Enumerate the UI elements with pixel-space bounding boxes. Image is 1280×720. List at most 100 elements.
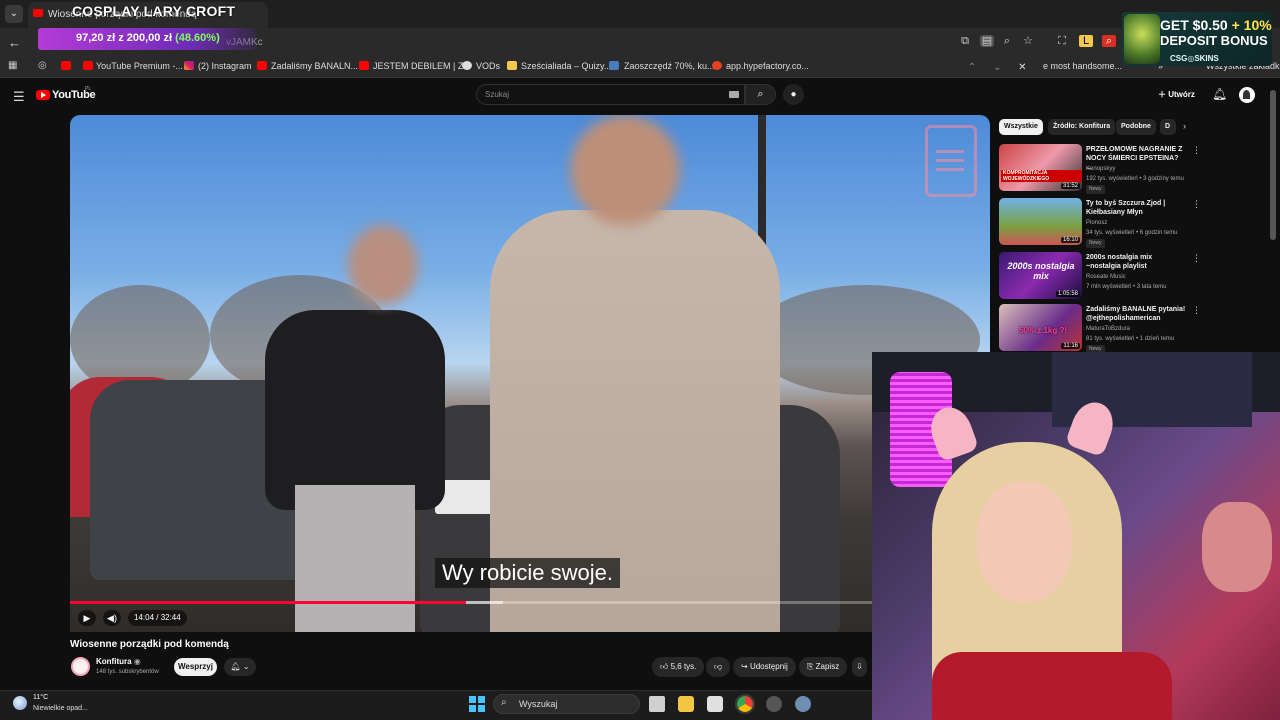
- apps-grid-icon[interactable]: ▦: [8, 60, 17, 71]
- streamer-face: [977, 482, 1072, 602]
- channel-name[interactable]: Konfitura ◉: [96, 657, 141, 666]
- download-icon: ⇩: [856, 662, 863, 671]
- ad-brand: CSG◎SKINS: [1170, 54, 1219, 63]
- bookmark-handsome[interactable]: e most handsome...: [1043, 61, 1122, 71]
- store-icon[interactable]: [707, 696, 723, 712]
- install-app-icon[interactable]: ⧉: [958, 35, 972, 47]
- rec-meta: 7 mln wyświetleń • 3 lata temu: [1086, 284, 1167, 290]
- play-button[interactable]: ▶: [78, 610, 96, 626]
- ad-bonus: + 10%: [1231, 17, 1272, 33]
- save-button[interactable]: ⎘ Zapisz: [799, 657, 848, 677]
- voice-search-button[interactable]: ●: [783, 84, 804, 105]
- bookmark-star-icon[interactable]: ☆: [1021, 35, 1035, 47]
- extension-icon[interactable]: ⛶: [1055, 35, 1069, 47]
- channel-avatar[interactable]: [71, 657, 90, 676]
- bookmark-instagram[interactable]: (2) Instagram: [198, 61, 252, 71]
- thumb-down-icon: 👎︎: [714, 662, 723, 671]
- taskbar-search-input[interactable]: [493, 694, 640, 714]
- weather-icon[interactable]: [13, 696, 27, 710]
- chip-all[interactable]: Wszystkie: [999, 119, 1043, 135]
- save-label: Zapisz: [815, 662, 840, 671]
- hamburger-menu-icon[interactable]: ☰: [13, 89, 25, 105]
- bookmark-sescialiada[interactable]: Sześcialiada – Quizy...: [521, 61, 611, 71]
- chrome-taskbar-icon[interactable]: [735, 694, 755, 714]
- rec-title[interactable]: Zadaliśmy BANALNE pytania! @ejthepolisha…: [1086, 305, 1186, 323]
- share-button[interactable]: ↪ Udostępnij: [733, 657, 796, 677]
- thumb-caption: 50% z 1kg ?!: [1019, 326, 1068, 335]
- rec-channel[interactable]: Pionosz: [1086, 220, 1107, 226]
- rec-channel[interactable]: MaturaToBzdura: [1086, 326, 1130, 332]
- rec-more-icon[interactable]: ⋮: [1192, 305, 1201, 316]
- extension-l-icon[interactable]: L: [1079, 35, 1093, 47]
- taskbar-search-label: Wyszukaj: [519, 699, 558, 709]
- bookmark-jestem-debilem[interactable]: JESTEM DEBILEM | Z...: [373, 61, 471, 71]
- back-arrow-icon[interactable]: ←: [8, 35, 21, 50]
- donation-sep: z: [118, 32, 124, 44]
- find-next-icon[interactable]: ⌄: [993, 62, 1001, 73]
- windows-start-icon[interactable]: [469, 696, 485, 712]
- weather-description[interactable]: Niewielkie opad...: [33, 705, 88, 712]
- rec-thumbnail[interactable]: KOMPROMITACJA WOJEWÓDZKIEGO 31:52: [999, 144, 1082, 191]
- chip-source[interactable]: Źródło: Konfitura: [1048, 119, 1116, 135]
- volume-button[interactable]: ◀): [103, 610, 121, 626]
- donation-goal: 200,00 zł: [126, 32, 173, 44]
- vods-icon: [462, 61, 472, 70]
- zoom-icon[interactable]: ⌕: [1000, 35, 1014, 47]
- dislike-button[interactable]: 👎︎: [706, 657, 731, 677]
- extension-red-icon[interactable]: ⌕: [1102, 35, 1116, 47]
- rec-thumbnail[interactable]: 2000s nostalgia mix 1:05:58: [999, 252, 1082, 299]
- subscriber-count: 148 tys. subskrybentów: [96, 669, 159, 675]
- rec-title[interactable]: Ty to byś Szczura Zjod | Kiełbasiany Mły…: [1086, 199, 1186, 217]
- bookmark-vods[interactable]: VODs: [476, 61, 500, 71]
- rec-channel[interactable]: Konopskyy: [1086, 166, 1115, 172]
- search-button[interactable]: ⌕: [745, 84, 776, 105]
- download-button[interactable]: ⇩: [852, 657, 867, 677]
- create-button[interactable]: ＋ Utwórz: [1158, 89, 1195, 100]
- account-avatar[interactable]: [1239, 87, 1255, 103]
- bookmark-youtube-premium[interactable]: YouTube Premium -...: [96, 61, 183, 71]
- tab-search-chevron-icon[interactable]: ⌄: [5, 5, 23, 23]
- bookmark-zaoszczedz[interactable]: Zaoszczędź 70%, ku...: [624, 61, 715, 71]
- chips-next-chevron-icon[interactable]: ›: [1183, 121, 1186, 131]
- subscription-bell-button[interactable]: 🔔︎ ⌄: [224, 658, 256, 676]
- bookmark-hypefactory[interactable]: app.hypefactory.co...: [726, 61, 809, 71]
- like-button[interactable]: 👍︎ 5,6 tys.: [652, 657, 705, 677]
- search-placeholder: Szukaj: [485, 90, 510, 99]
- rec-more-icon[interactable]: ⋮: [1192, 199, 1201, 210]
- task-view-icon[interactable]: [649, 696, 665, 712]
- keyboard-icon[interactable]: [729, 91, 739, 98]
- file-explorer-icon[interactable]: [678, 696, 694, 712]
- page-scrollbar[interactable]: [1270, 90, 1276, 240]
- chip-more[interactable]: D: [1160, 119, 1176, 135]
- weather-temperature[interactable]: 11°C: [33, 694, 48, 701]
- bookmark-zadalismy[interactable]: Zadaliśmy BANALN...: [271, 61, 358, 71]
- youtube-premium-bookmark-icon: [83, 61, 93, 70]
- channel-name-text: Konfitura: [96, 657, 132, 666]
- rec-channel[interactable]: Roseate Music: [1086, 274, 1126, 280]
- youtube-logo-icon[interactable]: [36, 90, 50, 100]
- rec-more-icon[interactable]: ⋮: [1192, 253, 1201, 264]
- reader-mode-icon[interactable]: ▤: [980, 35, 994, 47]
- find-prev-icon[interactable]: ⌃: [968, 62, 976, 73]
- blurred-face: [570, 115, 680, 225]
- rec-thumbnail[interactable]: 50% z 1kg ?! 11:16: [999, 304, 1082, 351]
- sescialiada-icon: [507, 61, 517, 70]
- rec-more-icon[interactable]: ⋮: [1192, 145, 1201, 156]
- notifications-bell-icon[interactable]: 🔔︎: [1212, 87, 1227, 101]
- ad-price: GET $0.50: [1160, 17, 1228, 33]
- rec-meta: 34 tys. wyświetleń • 6 godzin temu: [1086, 230, 1178, 236]
- rec-meta: 192 tys. wyświetleń • 3 godziny temu: [1086, 176, 1184, 182]
- rec-thumbnail[interactable]: 16:10: [999, 198, 1082, 245]
- find-close-icon[interactable]: ✕: [1018, 62, 1026, 73]
- thumb-up-icon: 👍︎: [660, 662, 669, 671]
- hypefactory-icon: [712, 61, 722, 70]
- obs-icon[interactable]: [766, 696, 782, 712]
- video-player[interactable]: [70, 115, 990, 632]
- support-button[interactable]: Wesprzyj: [174, 658, 217, 676]
- search-input[interactable]: [476, 84, 745, 105]
- chip-similar[interactable]: Podobne: [1116, 119, 1156, 135]
- chrome-icon[interactable]: ◎: [38, 60, 47, 71]
- progress-buffer: [466, 601, 503, 604]
- rec-title[interactable]: 2000s nostalgia mix ~nostalgia playlist: [1086, 253, 1186, 271]
- settings-gear-icon[interactable]: [795, 696, 811, 712]
